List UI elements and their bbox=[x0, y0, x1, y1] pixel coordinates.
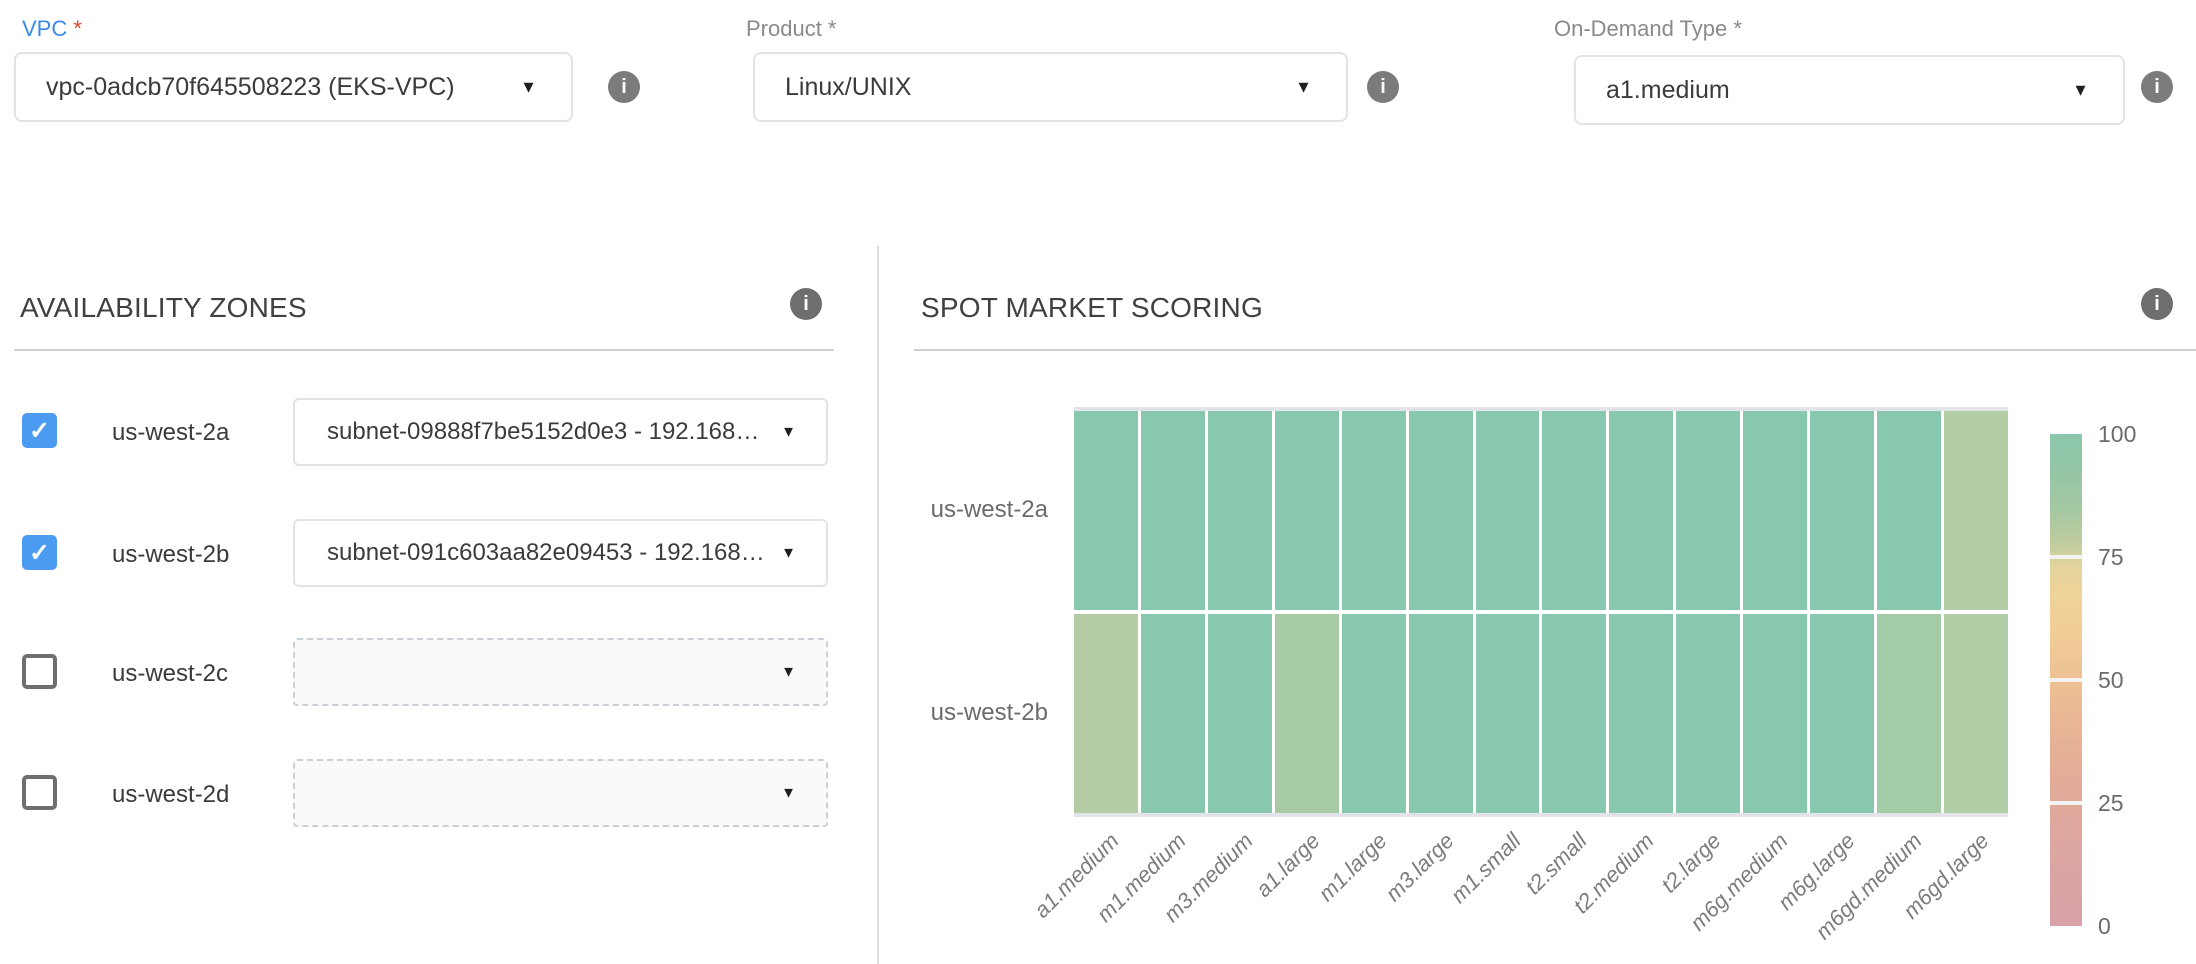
heatmap-cell bbox=[1944, 411, 2008, 610]
heatmap-cell bbox=[1877, 411, 1941, 610]
heatmap-cell bbox=[1141, 411, 1205, 610]
vpc-info-icon[interactable]: i bbox=[608, 71, 640, 103]
on-demand-type-select[interactable]: a1.medium ▼ bbox=[1574, 55, 2125, 125]
chevron-down-icon: ▼ bbox=[781, 786, 796, 801]
az-zone-label: us-west-2b bbox=[112, 541, 229, 569]
on-demand-type-label: On-Demand Type * bbox=[1554, 16, 1742, 42]
heatmap-x-label: a1.medium bbox=[965, 828, 1125, 964]
az-checkbox-us-west-2a[interactable]: ✓ bbox=[22, 413, 57, 448]
legend-gap bbox=[2050, 678, 2082, 682]
heatmap-cell bbox=[1542, 411, 1606, 610]
product-select-value: Linux/UNIX bbox=[785, 73, 911, 102]
heatmap-y-label: us-west-2b bbox=[848, 699, 1048, 727]
spot-market-scoring-divider bbox=[914, 349, 2196, 351]
subnet-select-value: subnet-091c603aa82e09453 - 192.168… bbox=[327, 539, 765, 567]
heatmap-cell bbox=[1141, 614, 1205, 813]
spot-configuration-page: VPC * vpc-0adcb70f645508223 (EKS-VPC) ▼ … bbox=[0, 0, 2196, 964]
heatmap-grid bbox=[1074, 407, 2008, 817]
product-info-icon[interactable]: i bbox=[1367, 71, 1399, 103]
heatmap-cell bbox=[1877, 614, 1941, 813]
chevron-down-icon: ▼ bbox=[2072, 82, 2089, 99]
heatmap-cell bbox=[1944, 614, 2008, 813]
availability-zones-info-icon[interactable]: i bbox=[790, 288, 822, 320]
chevron-down-icon: ▼ bbox=[781, 425, 796, 440]
panel-divider bbox=[877, 246, 879, 964]
legend-tick-label: 100 bbox=[2098, 421, 2136, 447]
az-checkbox-us-west-2c[interactable] bbox=[22, 654, 57, 689]
heatmap-cell bbox=[1476, 411, 1540, 610]
subnet-select-us-west-2b[interactable]: subnet-091c603aa82e09453 - 192.168… ▼ bbox=[293, 519, 828, 587]
subnet-select-us-west-2d: ▼ bbox=[293, 759, 828, 827]
vpc-label-text: VPC bbox=[22, 16, 67, 41]
heatmap-cell bbox=[1810, 614, 1874, 813]
product-label: Product * bbox=[746, 16, 837, 42]
on-demand-type-select-value: a1.medium bbox=[1606, 76, 1730, 105]
chevron-down-icon: ▼ bbox=[781, 546, 796, 561]
on-demand-type-info-icon[interactable]: i bbox=[2141, 71, 2173, 103]
subnet-select-us-west-2a[interactable]: subnet-09888f7be5152d0e3 - 192.168… ▼ bbox=[293, 398, 828, 466]
legend-tick-label: 25 bbox=[2098, 790, 2124, 816]
vpc-select[interactable]: vpc-0adcb70f645508223 (EKS-VPC) ▼ bbox=[14, 52, 573, 122]
subnet-select-us-west-2c: ▼ bbox=[293, 638, 828, 706]
availability-zones-title: AVAILABILITY ZONES bbox=[20, 292, 307, 324]
heatmap-cell bbox=[1208, 614, 1272, 813]
heatmap-cell bbox=[1409, 411, 1473, 610]
chevron-down-icon: ▼ bbox=[1295, 79, 1312, 96]
vpc-required-asterisk: * bbox=[73, 16, 82, 41]
legend-tick-label: 50 bbox=[2098, 667, 2124, 693]
heatmap-cell bbox=[1275, 614, 1339, 813]
heatmap-cell bbox=[1743, 614, 1807, 813]
az-zone-label: us-west-2a bbox=[112, 419, 229, 447]
heatmap-cell bbox=[1676, 614, 1740, 813]
legend-gap bbox=[2050, 801, 2082, 805]
legend-gap bbox=[2050, 555, 2082, 559]
availability-zones-divider bbox=[14, 349, 834, 351]
vpc-label: VPC * bbox=[22, 16, 82, 42]
heatmap-cell bbox=[1810, 411, 1874, 610]
subnet-select-value: subnet-09888f7be5152d0e3 - 192.168… bbox=[327, 418, 759, 446]
heatmap-cell bbox=[1409, 614, 1473, 813]
heatmap-cell bbox=[1743, 411, 1807, 610]
az-checkbox-us-west-2b[interactable]: ✓ bbox=[22, 535, 57, 570]
heatmap-cell bbox=[1542, 614, 1606, 813]
az-zone-label: us-west-2c bbox=[112, 660, 228, 688]
heatmap-cell bbox=[1342, 411, 1406, 610]
az-zone-label: us-west-2d bbox=[112, 781, 229, 809]
chevron-down-icon: ▼ bbox=[781, 665, 796, 680]
az-checkbox-us-west-2d[interactable] bbox=[22, 775, 57, 810]
heatmap-cell bbox=[1476, 614, 1540, 813]
spot-market-scoring-title: SPOT MARKET SCORING bbox=[921, 292, 1263, 324]
heatmap-cell bbox=[1074, 614, 1138, 813]
heatmap-y-label: us-west-2a bbox=[848, 496, 1048, 524]
legend-tick-label: 0 bbox=[2098, 913, 2111, 939]
chevron-down-icon: ▼ bbox=[520, 79, 537, 96]
product-select[interactable]: Linux/UNIX ▼ bbox=[753, 52, 1348, 122]
legend-tick-label: 75 bbox=[2098, 544, 2124, 570]
heatmap-cell bbox=[1676, 411, 1740, 610]
heatmap-cell bbox=[1342, 614, 1406, 813]
heatmap-cell bbox=[1609, 614, 1673, 813]
vpc-select-value: vpc-0adcb70f645508223 (EKS-VPC) bbox=[46, 73, 455, 102]
heatmap-cell bbox=[1074, 411, 1138, 610]
heatmap-cell bbox=[1609, 411, 1673, 610]
heatmap-cell bbox=[1275, 411, 1339, 610]
heatmap-cell bbox=[1208, 411, 1272, 610]
spot-market-scoring-info-icon[interactable]: i bbox=[2141, 288, 2173, 320]
